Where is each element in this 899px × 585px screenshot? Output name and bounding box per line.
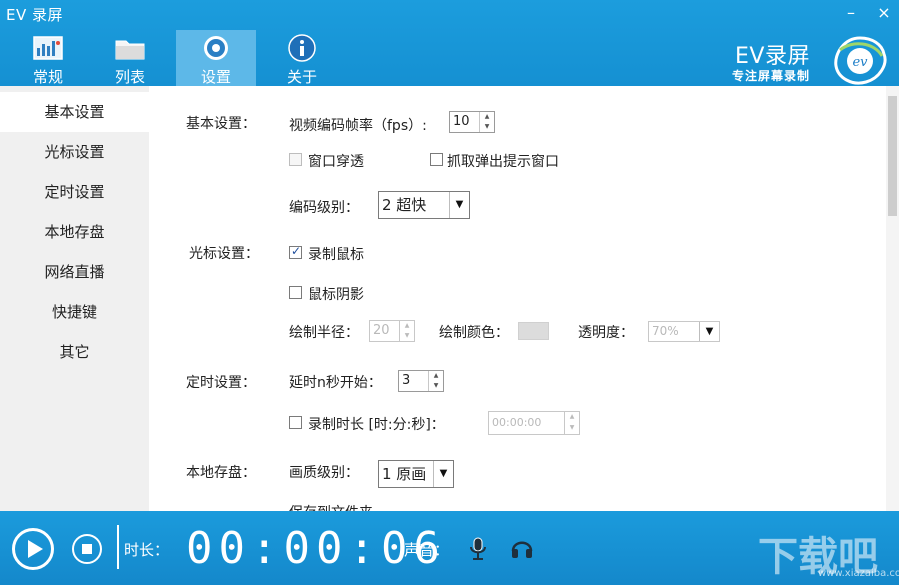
spin-down-icon[interactable]: ▼ [480,122,494,132]
fps-label: 视频编码帧率（fps）: [289,118,427,134]
window-through-checkbox[interactable] [289,153,302,166]
record-mouse-label: 录制鼠标 [308,247,364,263]
encode-level-select[interactable]: 2 超快 ▼ [378,191,470,219]
timer-section-label: 定时设置： [186,375,256,391]
fps-value: 10 [453,114,470,129]
sidebar-item-hotkeys[interactable]: 快捷键 [0,292,149,332]
record-mouse-checkbox[interactable] [289,244,302,259]
storage-section-label: 本地存盘： [186,465,256,481]
record-duration-checkbox[interactable] [289,416,302,429]
radius-label: 绘制半径： [289,325,359,341]
settings-sidebar: 基本设置 光标设置 定时设置 本地存盘 网络直播 快捷键 其它 [0,86,149,511]
sidebar-item-timer[interactable]: 定时设置 [0,172,149,212]
basic-section-label: 基本设置： [186,116,256,132]
tab-list[interactable]: 列表 [90,30,170,86]
spin-down-icon[interactable]: ▼ [565,423,579,434]
app-title: EV 录屏 [6,6,64,24]
spin-up-icon[interactable]: ▲ [429,371,443,381]
divider [117,525,119,569]
tab-settings[interactable]: 设置 [176,30,256,86]
delay-value: 3 [402,373,411,388]
spin-down-icon[interactable]: ▼ [400,331,414,341]
fps-stepper[interactable]: 10 ▲ ▼ [449,111,495,133]
spin-up-icon[interactable]: ▲ [480,112,494,122]
encode-level-value: 2 超快 [382,196,427,214]
sidebar-item-basic[interactable]: 基本设置 [0,92,149,132]
tab-general-label: 常规 [32,68,63,86]
spin-down-icon[interactable]: ▼ [429,381,443,391]
quality-value: 1 原画 [382,465,427,483]
mouse-shadow-label: 鼠标阴影 [308,287,364,303]
duration-label: 时长： [124,541,170,559]
sidebar-item-other[interactable]: 其它 [0,332,149,372]
delay-label: 延时n秒开始： [289,375,382,391]
opacity-value: 70% [652,324,679,338]
content-scrollbar[interactable] [886,86,899,511]
info-icon [288,34,316,62]
save-to-label: 保存到文件夹 [289,502,373,511]
tab-list-label: 列表 [114,68,145,86]
sidebar-item-storage[interactable]: 本地存盘 [0,212,149,252]
tab-about-label: 关于 [286,68,317,86]
window-through-label: 窗口穿透 [308,154,364,170]
ev-logo-icon: ev [834,36,887,85]
settings-content: 基本设置： 视频编码帧率（fps）: 10 ▲ ▼ 窗口穿透 抓取弹出提示窗口 编… [149,86,899,511]
brand-name: EV录屏 [735,44,810,69]
tab-general[interactable]: 常规 [8,30,88,86]
close-button[interactable]: × [873,3,895,25]
radius-value: 20 [373,323,390,338]
headphones-icon[interactable] [510,536,534,560]
svg-text:ev: ev [852,55,868,70]
microphone-icon[interactable] [468,536,488,562]
dashboard-icon [33,36,63,60]
settings-icon [204,36,228,60]
stop-button[interactable] [72,534,102,564]
record-duration-label: 录制时长 [时:分:秒]： [308,417,445,433]
capture-popup-checkbox[interactable] [430,153,443,166]
play-button[interactable] [12,528,54,570]
sound-label: 声音： [404,541,450,559]
tab-settings-label: 设置 [200,68,231,86]
chevron-down-icon: ▼ [449,192,469,218]
duration-stepper[interactable]: 00:00:00 ▲ ▼ [488,411,580,435]
tab-about[interactable]: 关于 [262,30,342,86]
title-bar: EV 录屏 – × 常规 列表 设置 关于 EV录屏 专注屏幕录制 ev [0,0,899,86]
sidebar-item-live[interactable]: 网络直播 [0,252,149,292]
cursor-section-label: 光标设置： [189,246,259,262]
quality-select[interactable]: 1 原画 ▼ [378,460,454,488]
color-swatch[interactable] [518,322,549,340]
delay-stepper[interactable]: 3 ▲ ▼ [398,370,444,392]
watermark-url: www.xiazaiba.com [818,568,899,579]
spin-up-icon[interactable]: ▲ [565,412,579,423]
sidebar-item-cursor[interactable]: 光标设置 [0,132,149,172]
spin-up-icon[interactable]: ▲ [400,321,414,331]
duration-value: 00:00:00 [492,416,542,429]
opacity-select[interactable]: 70% ▼ [648,321,720,342]
folder-icon [115,40,145,60]
chevron-down-icon: ▼ [433,461,453,487]
minimize-button[interactable]: – [840,3,862,25]
capture-popup-label: 抓取弹出提示窗口 [447,154,559,170]
quality-label: 画质级别： [289,465,359,481]
opacity-label: 透明度： [578,325,634,341]
radius-stepper[interactable]: 20 ▲ ▼ [369,320,415,342]
brand-tagline: 专注屏幕录制 [732,69,811,83]
mouse-shadow-checkbox[interactable] [289,286,302,299]
chevron-down-icon: ▼ [699,322,719,341]
color-label: 绘制颜色： [439,325,509,341]
encode-level-label: 编码级别： [289,200,359,216]
scroll-thumb[interactable] [888,96,897,216]
